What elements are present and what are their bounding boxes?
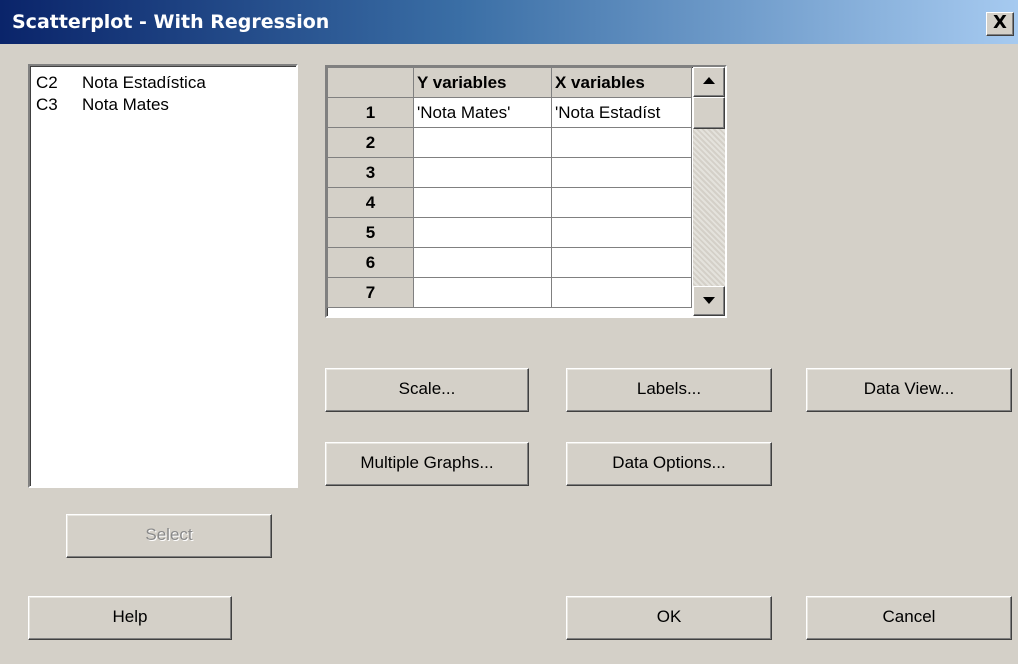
- scroll-thumb[interactable]: [693, 97, 725, 129]
- y-variable-cell[interactable]: [413, 277, 552, 308]
- data-options-button[interactable]: Data Options...: [566, 442, 772, 486]
- grid-corner-cell: [327, 67, 414, 98]
- y-variable-cell[interactable]: [413, 247, 552, 278]
- y-variable-cell[interactable]: [413, 157, 552, 188]
- x-variable-cell[interactable]: [551, 247, 692, 278]
- table-row: 4: [327, 187, 692, 218]
- variable-name: Nota Estadística: [82, 73, 206, 92]
- y-variables-header: Y variables: [413, 67, 552, 98]
- row-number: 6: [327, 247, 414, 278]
- y-variable-cell[interactable]: [413, 127, 552, 158]
- variable-list-item[interactable]: C3 Nota Mates: [34, 94, 292, 116]
- data-view-button[interactable]: Data View...: [806, 368, 1012, 412]
- x-variable-cell[interactable]: 'Nota Estadíst: [551, 97, 692, 128]
- x-variable-cell[interactable]: [551, 217, 692, 248]
- variable-column-id: C3: [36, 95, 58, 114]
- x-variable-cell[interactable]: [551, 277, 692, 308]
- scroll-down-button[interactable]: [693, 286, 725, 316]
- table-row: 7: [327, 277, 692, 308]
- help-button[interactable]: Help: [28, 596, 232, 640]
- arrow-up-icon: [703, 77, 715, 84]
- multiple-graphs-button[interactable]: Multiple Graphs...: [325, 442, 529, 486]
- x-variable-cell[interactable]: [551, 157, 692, 188]
- ok-button[interactable]: OK: [566, 596, 772, 640]
- variable-name: Nota Mates: [82, 95, 169, 114]
- variable-list-item[interactable]: C2 Nota Estadística: [34, 72, 292, 94]
- close-icon: X: [993, 12, 1007, 33]
- labels-button[interactable]: Labels...: [566, 368, 772, 412]
- x-variable-cell[interactable]: [551, 187, 692, 218]
- y-variable-cell[interactable]: 'Nota Mates': [413, 97, 552, 128]
- title-bar[interactable]: Scatterplot - With Regression X: [0, 0, 1018, 44]
- scatterplot-dialog: Scatterplot - With Regression X C2 Nota …: [0, 0, 1018, 664]
- scale-button[interactable]: Scale...: [325, 368, 529, 412]
- select-button[interactable]: Select: [66, 514, 272, 558]
- variable-list[interactable]: C2 Nota Estadística C3 Nota Mates: [28, 64, 298, 488]
- cancel-button[interactable]: Cancel: [806, 596, 1012, 640]
- window-title: Scatterplot - With Regression: [12, 11, 330, 33]
- scroll-up-button[interactable]: [693, 67, 725, 97]
- close-button[interactable]: X: [986, 12, 1014, 36]
- variables-grid: Y variables X variables 1 'Nota Mates' '…: [325, 65, 727, 318]
- grid-scrollbar[interactable]: [693, 67, 725, 316]
- table-row: 1 'Nota Mates' 'Nota Estadíst: [327, 97, 692, 128]
- row-number: 2: [327, 127, 414, 158]
- y-variable-cell[interactable]: [413, 217, 552, 248]
- variable-column-id: C2: [36, 73, 58, 92]
- grid-header-row: Y variables X variables: [327, 67, 692, 98]
- row-number: 1: [327, 97, 414, 128]
- table-row: 2: [327, 127, 692, 158]
- row-number: 4: [327, 187, 414, 218]
- x-variables-header: X variables: [551, 67, 692, 98]
- arrow-down-icon: [703, 297, 715, 304]
- table-row: 6: [327, 247, 692, 278]
- variables-table: Y variables X variables 1 'Nota Mates' '…: [327, 67, 692, 308]
- x-variable-cell[interactable]: [551, 127, 692, 158]
- table-row: 3: [327, 157, 692, 188]
- row-number: 7: [327, 277, 414, 308]
- row-number: 5: [327, 217, 414, 248]
- y-variable-cell[interactable]: [413, 187, 552, 218]
- table-row: 5: [327, 217, 692, 248]
- row-number: 3: [327, 157, 414, 188]
